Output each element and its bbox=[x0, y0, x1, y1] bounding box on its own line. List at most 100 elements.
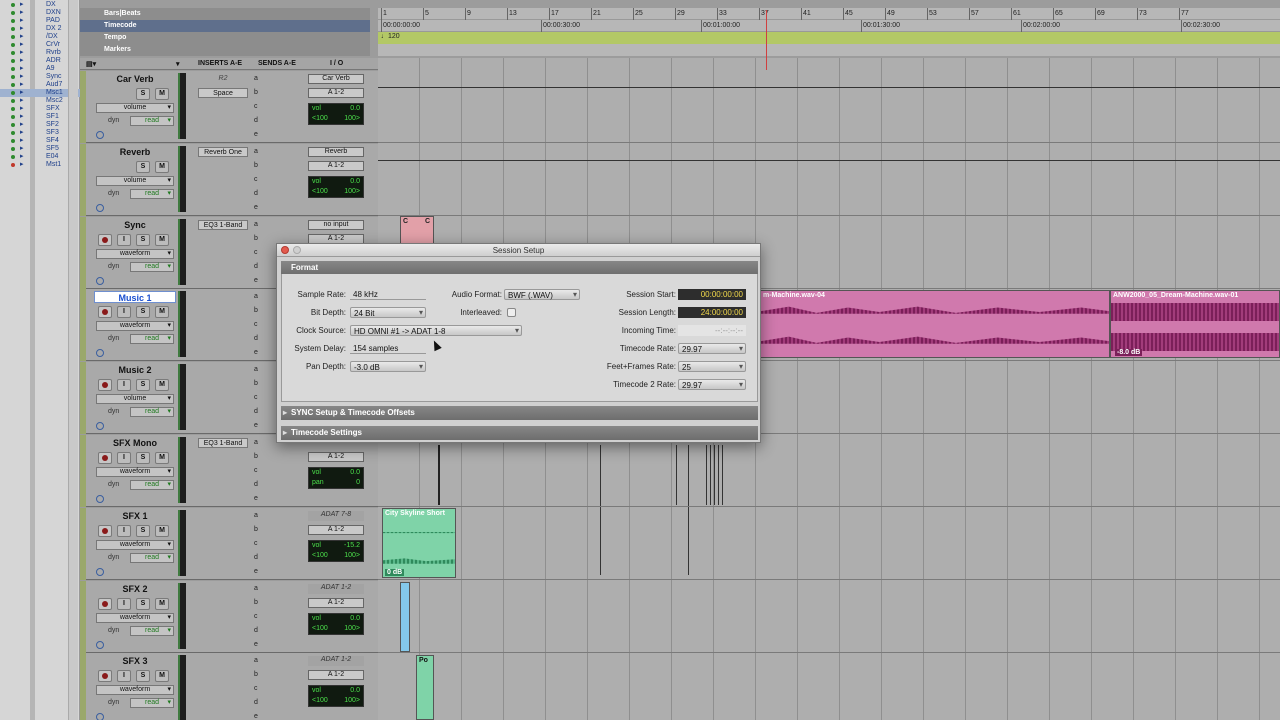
send-slot[interactable]: d bbox=[254, 699, 258, 706]
input-monitor-button[interactable]: I bbox=[117, 670, 131, 683]
dialog-title-bar[interactable]: Session Setup bbox=[277, 244, 760, 257]
solo-button[interactable]: S bbox=[136, 670, 150, 683]
track-expand-icon[interactable] bbox=[96, 422, 104, 431]
mute-button[interactable]: M bbox=[155, 452, 169, 464]
send-slot[interactable]: e bbox=[254, 204, 258, 211]
markers-ruler[interactable] bbox=[378, 44, 1280, 56]
volume-pan-display[interactable]: vol 0.0 <100 100> bbox=[308, 175, 364, 198]
track-name[interactable]: SFX 3 bbox=[94, 655, 176, 667]
volume-pan-display[interactable]: vol 0.0 <100 100> bbox=[308, 612, 364, 635]
record-enable-button[interactable] bbox=[98, 306, 112, 319]
automation-mode-select[interactable]: read bbox=[130, 116, 174, 126]
track-visibility-icon[interactable] bbox=[11, 99, 15, 103]
send-slot[interactable]: c bbox=[254, 321, 258, 328]
track-header[interactable]: SFX MonoISMwaveformdynreadEQ3 1-Bandabcd… bbox=[80, 435, 378, 507]
solo-button[interactable]: S bbox=[136, 306, 150, 319]
column-options-icon[interactable]: ▾ bbox=[176, 60, 180, 68]
io-input-select[interactable]: ADAT 1-2 bbox=[308, 583, 364, 594]
track-playlist-lane[interactable] bbox=[378, 508, 1280, 580]
track-header[interactable]: ReverbSMvolumedynreadReverb OneabcdeReve… bbox=[80, 143, 378, 216]
track-name[interactable]: SFX Mono bbox=[94, 437, 176, 449]
automation-mode-select[interactable]: read bbox=[130, 334, 174, 345]
track-visibility-icon[interactable] bbox=[11, 51, 15, 55]
session-length-field[interactable]: 24:00:00:00 bbox=[678, 307, 746, 318]
track-view-select[interactable]: waveform bbox=[96, 612, 174, 623]
interleaved-checkbox[interactable] bbox=[507, 308, 516, 317]
track-header[interactable]: Car VerbSMvolumedynreadR2SpaceabcdeCar V… bbox=[80, 71, 378, 143]
timecode-ruler[interactable]: 00:00:00:00 00:00:30:00 00:01:00:00 00:01:3… bbox=[378, 20, 1280, 32]
clock-source-select[interactable]: HD OMNI #1 -> ADAT 1-8 bbox=[350, 325, 522, 336]
pan-depth-select[interactable]: -3.0 dB bbox=[350, 361, 426, 372]
automation-mode-select[interactable]: read bbox=[130, 480, 174, 490]
track-name[interactable]: Car Verb bbox=[94, 73, 176, 85]
send-slot[interactable]: d bbox=[254, 627, 258, 634]
io-input-select[interactable]: Car Verb bbox=[308, 74, 364, 84]
track-view-select[interactable]: waveform bbox=[96, 248, 174, 259]
input-monitor-button[interactable]: I bbox=[117, 524, 131, 537]
track-name[interactable]: SFX 1 bbox=[94, 510, 176, 522]
send-slot[interactable]: c bbox=[254, 394, 258, 401]
close-button[interactable] bbox=[281, 246, 289, 254]
track-playlist-lane[interactable] bbox=[378, 435, 1280, 507]
track-visibility-icon[interactable] bbox=[11, 75, 15, 79]
insert-slot-b[interactable]: Space bbox=[198, 88, 248, 98]
io-output-select[interactable]: A 1-2 bbox=[308, 670, 364, 681]
track-expand-icon[interactable] bbox=[96, 495, 104, 503]
track-name[interactable]: Music 1 bbox=[94, 291, 176, 304]
insert-slot-a[interactable]: EQ3 1-Band bbox=[198, 219, 248, 230]
input-monitor-button[interactable]: I bbox=[117, 379, 131, 392]
track-playlist-lane[interactable] bbox=[378, 71, 1280, 143]
send-slot[interactable]: c bbox=[254, 249, 258, 256]
track-visibility-icon[interactable] bbox=[11, 123, 15, 127]
record-enable-button[interactable] bbox=[98, 524, 112, 537]
volume-pan-display[interactable]: vol 0.0 <100 100> bbox=[308, 685, 364, 708]
track-visibility-icon[interactable] bbox=[11, 11, 15, 15]
track-name[interactable]: Music 2 bbox=[94, 364, 176, 376]
mute-button[interactable]: M bbox=[155, 306, 169, 319]
record-enable-button[interactable] bbox=[98, 233, 112, 246]
io-output-select[interactable]: A 1-2 bbox=[308, 597, 364, 608]
send-slot[interactable]: b bbox=[254, 599, 258, 606]
track-visibility-icon[interactable] bbox=[11, 115, 15, 119]
io-input-select[interactable]: Reverb bbox=[308, 146, 364, 157]
io-input-select[interactable]: ADAT 1-2 bbox=[308, 656, 364, 667]
timecode-settings-section-header[interactable]: Timecode Settings bbox=[281, 426, 758, 440]
audio-format-select[interactable]: BWF (.WAV) bbox=[504, 289, 580, 300]
bit-depth-select[interactable]: 24 Bit bbox=[350, 307, 426, 318]
ruler-label-bars[interactable]: Bars|Beats bbox=[80, 8, 370, 20]
send-slot[interactable]: d bbox=[254, 554, 258, 561]
track-playlist-lane[interactable] bbox=[378, 653, 1280, 720]
automation-mode-select[interactable]: read bbox=[130, 261, 174, 272]
send-slot[interactable]: e bbox=[254, 349, 258, 356]
track-visibility-icon[interactable] bbox=[11, 91, 15, 95]
solo-button[interactable]: S bbox=[136, 233, 150, 246]
solo-button[interactable]: S bbox=[136, 88, 150, 100]
ruler-label-markers[interactable]: Markers bbox=[80, 44, 370, 56]
track-expand-icon[interactable] bbox=[96, 640, 104, 649]
track-view-select[interactable]: waveform bbox=[96, 467, 174, 477]
mute-button[interactable]: M bbox=[155, 233, 169, 246]
solo-button[interactable]: S bbox=[136, 524, 150, 537]
track-visibility-icon[interactable] bbox=[11, 139, 15, 143]
track-playlist-lane[interactable] bbox=[378, 144, 1280, 216]
track-view-select[interactable]: volume bbox=[96, 394, 174, 405]
tempo-marker[interactable]: ♩120 bbox=[381, 33, 400, 40]
track-expand-icon[interactable] bbox=[96, 131, 104, 139]
track-list-menu-icon[interactable]: ▤▾ bbox=[86, 60, 96, 68]
volume-pan-display[interactable]: vol -15.2 <100 100> bbox=[308, 539, 364, 562]
automation-line[interactable] bbox=[378, 159, 1280, 161]
bars-ruler[interactable]: 1 5 9 13 17 21 25 29 33 37 41 45 49 53 57 61 65 69 73 77 bbox=[378, 8, 1280, 20]
track-view-select[interactable]: waveform bbox=[96, 685, 174, 696]
send-slot[interactable]: e bbox=[254, 641, 258, 648]
send-slot[interactable]: a bbox=[254, 221, 258, 228]
send-slot[interactable]: c bbox=[254, 103, 258, 110]
send-slot[interactable]: c bbox=[254, 685, 258, 692]
track-view-select[interactable]: waveform bbox=[96, 321, 174, 332]
timecode-rate-select[interactable]: 29.97 bbox=[678, 343, 746, 354]
input-monitor-button[interactable]: I bbox=[117, 452, 131, 464]
send-slot[interactable]: a bbox=[254, 657, 258, 664]
track-name[interactable]: Reverb bbox=[94, 146, 176, 158]
record-enable-button[interactable] bbox=[98, 379, 112, 392]
track-visibility-icon[interactable] bbox=[11, 147, 15, 151]
track-visibility-icon[interactable] bbox=[11, 83, 15, 87]
